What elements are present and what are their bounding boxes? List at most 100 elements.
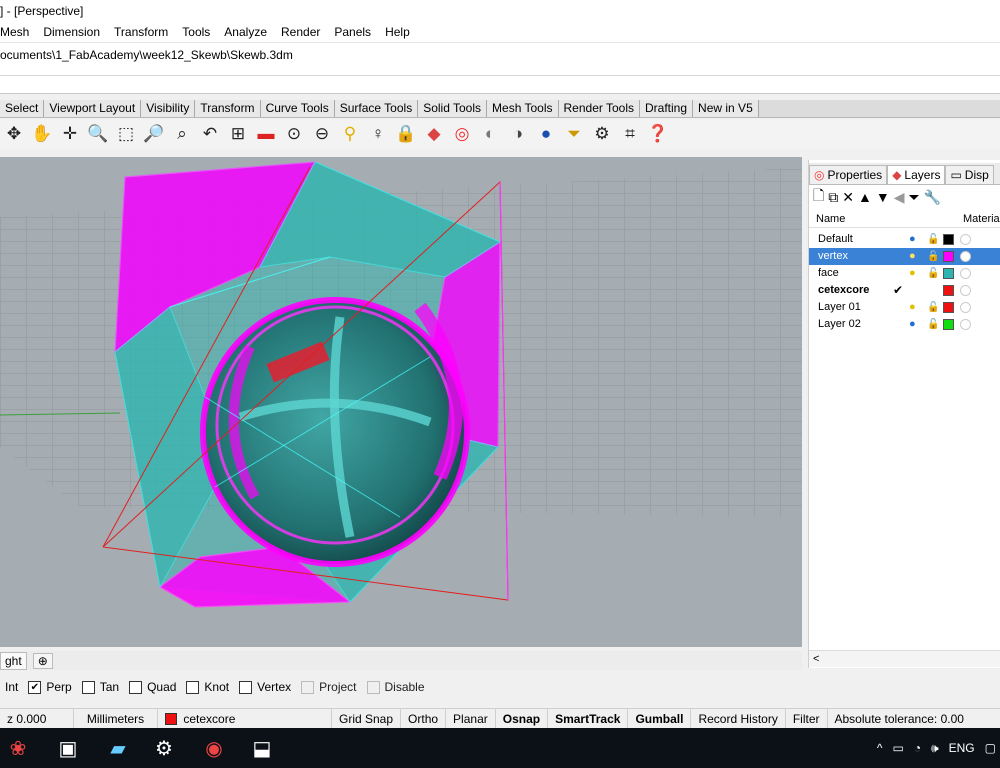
app-icon[interactable]: ❀ <box>4 734 32 762</box>
chrome-icon[interactable]: ◉ <box>200 734 228 762</box>
sphere-icon[interactable]: ● <box>534 122 558 146</box>
unlock-icon[interactable]: 🔓 <box>927 299 939 316</box>
osnap-knot[interactable]: Knot <box>186 680 229 694</box>
tab-properties[interactable]: ◎ Properties <box>809 165 888 184</box>
layer-color-swatch[interactable] <box>943 302 954 313</box>
menu-mesh[interactable]: Mesh <box>0 22 36 42</box>
lock-icon[interactable]: 🔒 <box>394 122 418 146</box>
layer-material-swatch[interactable] <box>960 251 971 262</box>
move-down-icon[interactable]: ▼ <box>876 189 890 205</box>
tools-icon[interactable]: 🔧 <box>924 189 941 206</box>
four-viewports-icon[interactable]: ⊞ <box>226 122 250 146</box>
layer-material-swatch[interactable] <box>960 319 971 330</box>
column-material[interactable]: Material <box>963 213 1000 225</box>
menu-tools[interactable]: Tools <box>175 22 217 42</box>
toggle-smarttrack[interactable]: SmartTrack <box>548 708 629 729</box>
add-viewport-tab-button[interactable]: ⊕ <box>32 652 53 669</box>
move-icon[interactable]: ✥ <box>2 122 26 146</box>
viewport-tab[interactable]: ght <box>0 651 27 670</box>
osnap-int[interactable]: Int <box>5 680 18 694</box>
select-points-icon[interactable]: ⌗ <box>618 122 642 146</box>
layer-row-default[interactable]: Default ● 🔓 <box>809 231 1000 248</box>
checkbox[interactable] <box>81 680 95 694</box>
tab-transform[interactable]: Transform <box>195 100 261 117</box>
tab-select[interactable]: Select <box>0 100 45 117</box>
layer-row-face[interactable]: face ● 🔓 <box>809 265 1000 282</box>
named-view-icon[interactable]: ⊙ <box>282 122 306 146</box>
units-pane[interactable]: Millimeters <box>74 708 158 729</box>
layer-color-swatch[interactable] <box>943 234 954 245</box>
unlock-icon[interactable]: 🔓 <box>927 265 939 282</box>
car-icon[interactable]: ▬ <box>254 122 278 146</box>
panel-horizontal-scrollbar[interactable]: < <box>809 650 1000 667</box>
osnap-tan[interactable]: Tan <box>81 680 119 694</box>
column-name[interactable]: Name <box>816 213 845 225</box>
toggle-grid-snap[interactable]: Grid Snap <box>332 708 402 729</box>
menu-dimension[interactable]: Dimension <box>36 22 107 42</box>
undo-view-icon[interactable]: ↶ <box>198 122 222 146</box>
command-area[interactable]: ocuments\1_FabAcademy\week12_Skewb\Skewb… <box>0 42 1000 94</box>
tab-new-in-v5[interactable]: New in V5 <box>693 100 759 117</box>
layer-material-swatch[interactable] <box>960 234 971 245</box>
layer-color-swatch[interactable] <box>943 251 954 262</box>
checkbox[interactable] <box>239 680 253 694</box>
bulb-icon[interactable]: ● <box>909 265 916 282</box>
tab-viewport-layout[interactable]: Viewport Layout <box>44 100 142 117</box>
osnap-quad[interactable]: Quad <box>129 680 176 694</box>
tab-layers[interactable]: ◆ Layers <box>887 165 946 184</box>
menu-analyze[interactable]: Analyze <box>217 22 274 42</box>
layer-color-swatch[interactable] <box>943 319 954 330</box>
osnap-disable[interactable]: Disable <box>366 680 425 694</box>
shade-icon[interactable]: ◐ <box>478 122 502 146</box>
toggle-osnap[interactable]: Osnap <box>496 708 549 729</box>
layer-row-layer-02[interactable]: Layer 02 ● 🔓 <box>809 316 1000 333</box>
menu-help[interactable]: Help <box>378 22 417 42</box>
move-left-icon[interactable]: ◀ <box>894 189 905 206</box>
filter-icon[interactable]: ⏷ <box>562 122 586 146</box>
checkbox[interactable] <box>301 680 315 694</box>
bulb-icon[interactable]: ● <box>909 231 916 248</box>
rendered-icon[interactable]: ◑ <box>506 122 530 146</box>
volume-icon[interactable]: 🕪 <box>931 741 939 756</box>
checkbox[interactable] <box>366 680 380 694</box>
tab-curve-tools[interactable]: Curve Tools <box>260 100 335 117</box>
bulb-icon[interactable]: ● <box>909 316 916 333</box>
tab-mesh-tools[interactable]: Mesh Tools <box>487 100 559 117</box>
pan-icon[interactable]: ✋ <box>30 122 54 146</box>
tab-visibility[interactable]: Visibility <box>141 100 196 117</box>
rhino-icon[interactable]: ▣ <box>54 734 82 762</box>
settings-icon[interactable]: ⚙ <box>150 734 178 762</box>
tab-drafting[interactable]: Drafting <box>640 100 694 117</box>
new-layer-icon[interactable]: 🗋 <box>813 185 824 209</box>
wifi-icon[interactable]: ◔ <box>914 741 921 755</box>
osnap-project[interactable]: Project <box>301 680 357 694</box>
cutter-icon[interactable]: ⬓ <box>248 734 276 762</box>
zoom-icon[interactable]: 🔍 <box>86 122 110 146</box>
notification-icon[interactable]: ▢ <box>985 741 996 755</box>
help-icon[interactable]: ❓ <box>646 122 670 146</box>
osnap-vertex[interactable]: Vertex <box>239 680 291 694</box>
current-layer-pane[interactable]: cetexcore <box>158 708 332 729</box>
menu-transform[interactable]: Transform <box>107 22 175 42</box>
notes-icon[interactable]: ▰ <box>104 734 132 762</box>
checkbox[interactable] <box>186 680 200 694</box>
toggle-record-history[interactable]: Record History <box>691 708 786 729</box>
zoom-extents-icon[interactable]: 🔎 <box>142 122 166 146</box>
language-indicator[interactable]: ENG <box>949 741 975 755</box>
layer-material-swatch[interactable] <box>960 268 971 279</box>
unlock-icon[interactable]: 🔓 <box>927 316 939 333</box>
menu-render[interactable]: Render <box>274 22 327 42</box>
delete-icon[interactable]: ✕ <box>842 189 854 206</box>
layer-material-swatch[interactable] <box>960 302 971 313</box>
tab-render-tools[interactable]: Render Tools <box>558 100 641 117</box>
filter-icon[interactable]: ⏷ <box>909 189 920 206</box>
layer-row-layer-01[interactable]: Layer 01 ● 🔓 <box>809 299 1000 316</box>
color-wheel-icon[interactable]: ◎ <box>450 122 474 146</box>
layer-material-swatch[interactable] <box>960 285 971 296</box>
battery-icon[interactable]: ▭ <box>892 741 903 755</box>
bulb-icon[interactable]: ♀ <box>366 122 390 146</box>
bulb-icon[interactable]: ● <box>909 248 916 265</box>
cplane-icon[interactable]: ⊖ <box>310 122 334 146</box>
bulb-icon[interactable]: ● <box>909 299 916 316</box>
scroll-left-icon[interactable]: < <box>813 653 819 665</box>
